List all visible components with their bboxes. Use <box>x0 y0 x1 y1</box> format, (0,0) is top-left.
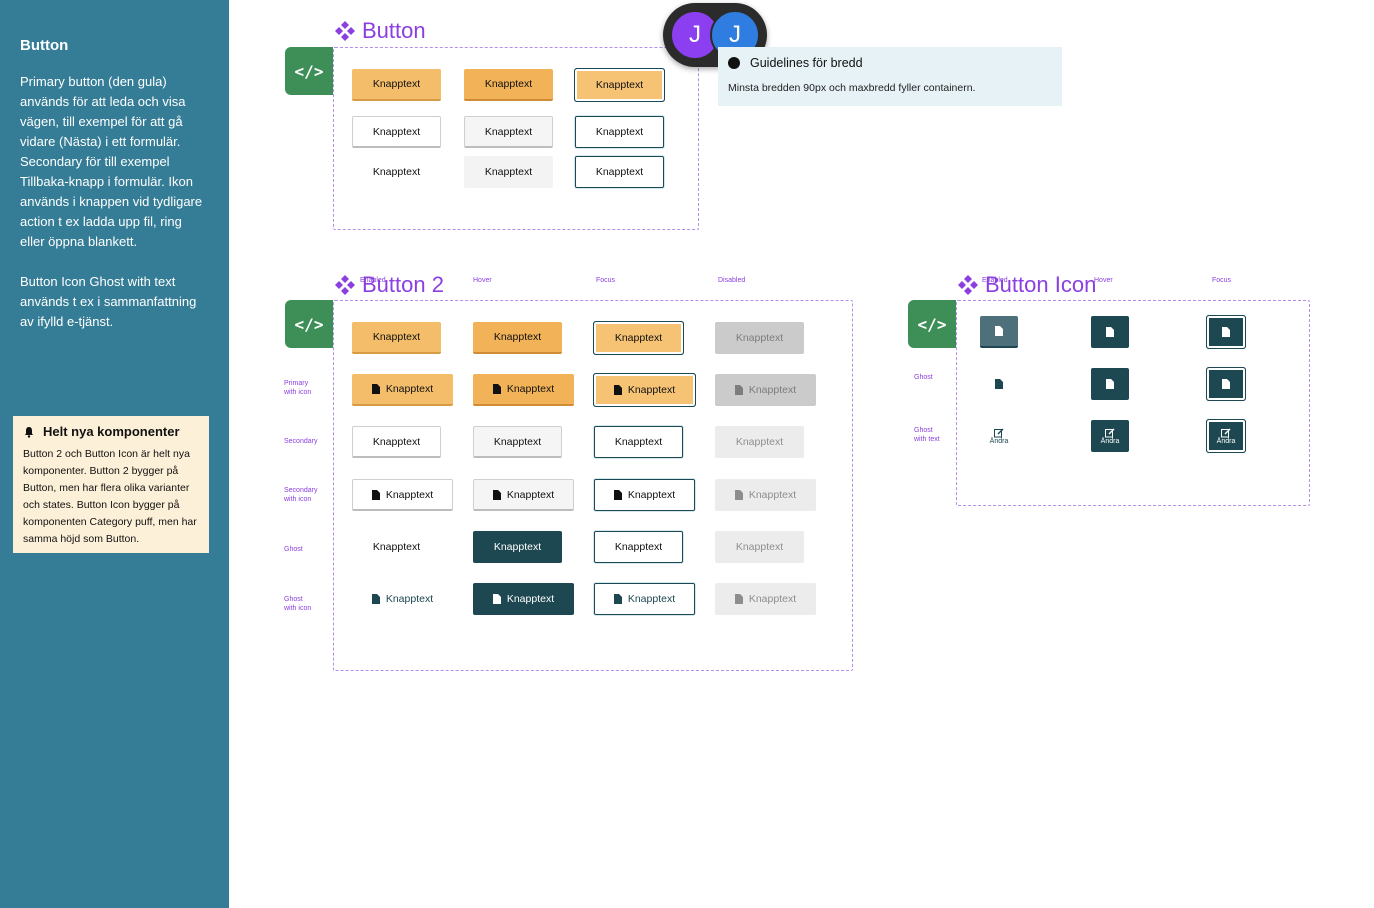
note-title: Helt nya komponenter <box>43 424 180 439</box>
button2-secondary-disabled: Knapptext <box>715 426 804 458</box>
icon-button-focus[interactable] <box>1206 315 1246 349</box>
code-icon[interactable]: </> <box>908 300 956 348</box>
component-icon <box>335 21 355 41</box>
button2-ghost-focus[interactable]: Knapptext <box>594 531 683 563</box>
icon-button-hover[interactable] <box>1091 316 1129 348</box>
row-label-ghost-with-icon: Ghost with icon <box>284 596 312 612</box>
column-label-hover: Hover <box>473 277 492 284</box>
button2-secondary-enabled[interactable]: Knapptext <box>352 426 441 458</box>
button2-primary-icon-hover[interactable]: Knapptext <box>473 374 574 406</box>
guidelines-body: Minsta bredden 90px och maxbredd fyller … <box>728 82 976 94</box>
file-icon <box>1106 327 1114 337</box>
section-title-button-2: Button 2 <box>334 272 444 298</box>
code-icon[interactable]: </> <box>285 300 333 348</box>
button2-primary-disabled: Knapptext <box>715 322 804 354</box>
button2-secondary-icon-hover[interactable]: Knapptext <box>473 479 574 511</box>
button2-ghost-icon-disabled: Knapptext <box>715 583 816 615</box>
button-ghost-enabled[interactable]: Knapptext <box>352 156 441 188</box>
row-label-secondary: Secondary <box>284 438 318 445</box>
guidelines-title: Guidelines för bredd <box>750 56 863 70</box>
edit-icon <box>1221 428 1231 437</box>
button2-primary-hover[interactable]: Knapptext <box>473 322 562 354</box>
file-icon <box>492 489 501 500</box>
button2-secondary-focus[interactable]: Knapptext <box>594 426 683 458</box>
button2-secondary-hover[interactable]: Knapptext <box>473 426 562 458</box>
section-title-button-icon: Button Icon <box>957 272 1096 298</box>
button2-ghost-icon-focus[interactable]: Knapptext <box>594 583 695 615</box>
button2-primary-icon-enabled[interactable]: Knapptext <box>352 374 453 406</box>
button-secondary-focus[interactable]: Knapptext <box>575 116 664 148</box>
file-icon <box>613 594 622 604</box>
file-icon <box>1222 379 1230 389</box>
file-icon <box>1106 379 1114 389</box>
edit-icon <box>1105 428 1115 437</box>
button2-secondary-icon-disabled: Knapptext <box>715 479 816 511</box>
sidebar: Button Primary button (den gula) används… <box>0 0 229 908</box>
file-icon <box>995 326 1003 336</box>
row-label-ghost-with-text: Ghost with text <box>914 427 940 443</box>
info-icon <box>728 57 740 69</box>
note-body: Button 2 och Button Icon är helt nya kom… <box>23 448 197 545</box>
button-secondary-hover[interactable]: Knapptext <box>464 116 553 148</box>
button2-secondary-icon-enabled[interactable]: Knapptext <box>352 479 453 511</box>
icon-button-ghost-focus[interactable] <box>1206 367 1246 401</box>
button-ghost-hover[interactable]: Knapptext <box>464 156 553 188</box>
button2-secondary-icon-focus[interactable]: Knapptext <box>594 479 695 511</box>
button-primary-hover[interactable]: Knapptext <box>464 69 553 101</box>
section-title-button: Button <box>334 18 426 44</box>
button2-ghost-disabled: Knapptext <box>715 531 804 563</box>
row-label-ghost: Ghost <box>914 374 933 381</box>
row-label-primary-with-icon: Primary with icon <box>284 380 312 396</box>
sidebar-description: Primary button (den gula) används för at… <box>20 74 203 329</box>
component-icon <box>335 275 355 295</box>
file-icon <box>371 594 380 604</box>
button2-primary-enabled[interactable]: Knapptext <box>352 322 441 354</box>
file-icon <box>492 384 501 394</box>
column-label-hover: Hover <box>1094 277 1113 284</box>
file-icon <box>995 379 1003 389</box>
file-icon <box>613 490 622 500</box>
button2-ghost-icon-hover[interactable]: Knapptext <box>473 583 574 615</box>
row-label-ghost: Ghost <box>284 546 303 553</box>
button2-ghost-enabled[interactable]: Knapptext <box>352 531 441 563</box>
button-ghost-focus[interactable]: Knapptext <box>575 156 664 188</box>
sidebar-title: Button <box>20 37 69 54</box>
column-label-disabled: Disabled <box>718 277 746 284</box>
button2-ghost-hover[interactable]: Knapptext <box>473 531 562 563</box>
button2-ghost-icon-enabled[interactable]: Knapptext <box>352 583 453 615</box>
icon-button-ghost-hover[interactable] <box>1091 368 1129 400</box>
button-primary-enabled[interactable]: Knapptext <box>352 69 441 101</box>
file-icon <box>734 594 743 604</box>
file-icon <box>734 490 743 500</box>
guidelines-panel: Guidelines för bredd Minsta bredden 90px… <box>718 47 1062 106</box>
button2-primary-focus[interactable]: Knapptext <box>593 321 684 355</box>
file-icon <box>613 385 622 395</box>
button2-primary-icon-disabled: Knapptext <box>715 374 816 406</box>
file-icon <box>371 384 380 394</box>
icon-button-ghost-text-focus[interactable]: Ändra <box>1206 419 1246 453</box>
note-card: Helt nya komponenter Button 2 och Button… <box>13 416 209 553</box>
component-icon <box>958 275 978 295</box>
file-icon <box>1222 327 1230 337</box>
button2-primary-icon-focus[interactable]: Knapptext <box>593 373 696 407</box>
bell-icon <box>25 426 33 438</box>
edit-icon <box>994 428 1004 437</box>
icon-button-ghost-text-hover[interactable]: Ändra <box>1091 420 1129 452</box>
icon-button-ghost-text-enabled[interactable]: Ändra <box>980 420 1018 452</box>
file-icon <box>371 489 380 500</box>
file-icon <box>492 594 501 604</box>
icon-button-enabled[interactable] <box>980 316 1018 348</box>
column-label-focus: Focus <box>1212 277 1232 284</box>
code-icon[interactable]: </> <box>285 47 333 95</box>
button-primary-focus[interactable]: Knapptext <box>574 68 665 102</box>
button-secondary-enabled[interactable]: Knapptext <box>352 116 441 148</box>
icon-button-ghost-enabled[interactable] <box>980 368 1018 400</box>
file-icon <box>734 385 743 395</box>
row-label-secondary-with-icon: Secondary with icon <box>284 487 318 503</box>
column-label-focus: Focus <box>596 277 616 284</box>
